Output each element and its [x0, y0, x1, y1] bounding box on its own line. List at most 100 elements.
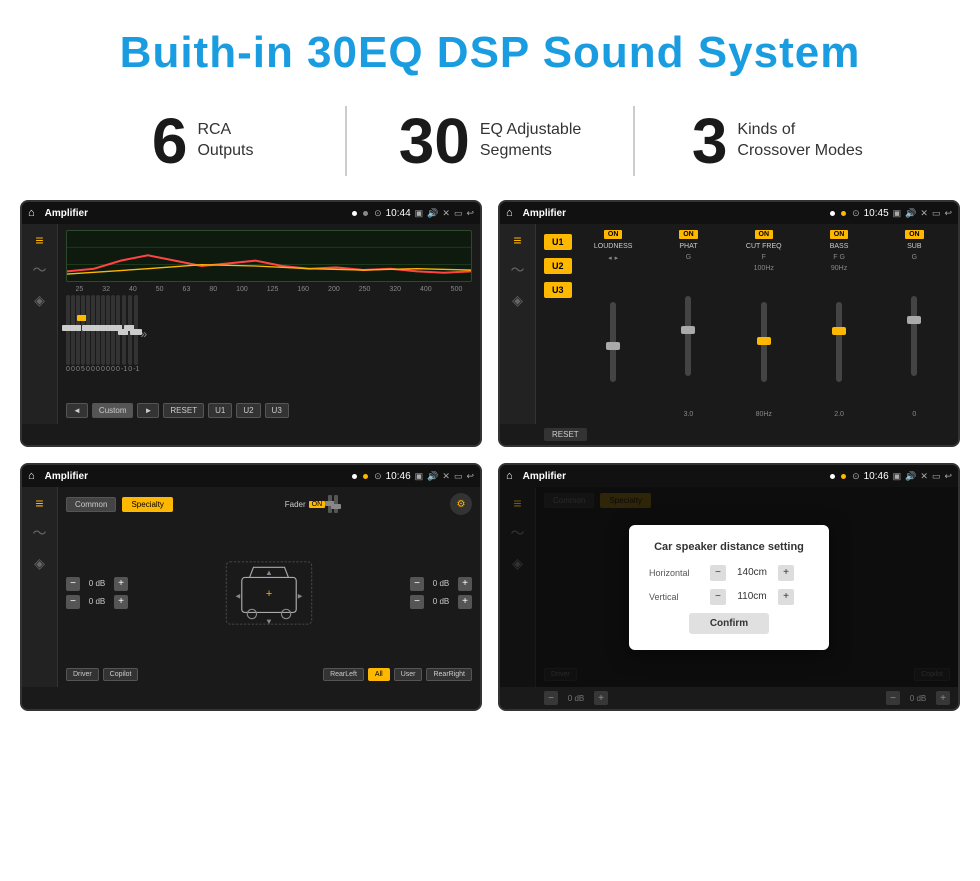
- plus-btn-1[interactable]: +: [114, 577, 128, 591]
- speaker-icon[interactable]: ◈: [34, 292, 45, 309]
- screen4-body: ≡ 〜 ◈ Common Specialty: [500, 487, 958, 687]
- confirm-button[interactable]: Confirm: [689, 613, 769, 634]
- phat-g-label: G: [686, 254, 691, 261]
- crossover-bottom: RESET: [500, 424, 958, 445]
- screens-grid: ⌂ Amplifier ⊙ 10:44 ▣ 🔊 ✕ ▭ ↩ ≡ 〜 ◈: [0, 200, 980, 731]
- home-icon-2[interactable]: ⌂: [506, 207, 513, 219]
- eq-u2-btn[interactable]: U2: [236, 403, 260, 418]
- eq-sliders-row: 0 0 0 5 0 0 0 0 0 0 0 -1 0: [66, 295, 472, 373]
- eq-graph-svg: [67, 231, 471, 282]
- horizontal-plus-btn[interactable]: +: [778, 565, 794, 581]
- rearright-btn[interactable]: RearRight: [426, 668, 472, 681]
- window-icon-2: ▭: [932, 208, 941, 219]
- eq-slider-9[interactable]: 0: [106, 295, 110, 373]
- plus-db-s4-2[interactable]: +: [936, 691, 950, 705]
- user-btn[interactable]: User: [394, 668, 423, 681]
- wave-icon[interactable]: 〜: [33, 260, 47, 280]
- eq-u3-btn[interactable]: U3: [265, 403, 289, 418]
- eq-slider-5[interactable]: 0: [86, 295, 90, 373]
- eq-icon-2[interactable]: ≡: [513, 232, 521, 248]
- eq-custom-btn[interactable]: Custom: [92, 403, 134, 418]
- speaker-icon-2[interactable]: ◈: [512, 292, 523, 309]
- minus-db-s4-2[interactable]: −: [886, 691, 900, 705]
- screen2-title: Amplifier: [523, 208, 824, 219]
- fader-slider-h2[interactable]: [334, 495, 338, 513]
- plus-db-s4-1[interactable]: +: [594, 691, 608, 705]
- driver-btn[interactable]: Driver: [66, 668, 99, 681]
- db-value-2: 0 dB: [83, 597, 111, 606]
- eq-reset-btn[interactable]: RESET: [163, 403, 204, 418]
- all-btn[interactable]: All: [368, 668, 390, 681]
- eq-slider-7[interactable]: 0: [96, 295, 100, 373]
- minus-btn-3[interactable]: −: [410, 577, 424, 591]
- eq-graph: [66, 230, 472, 282]
- status-icons-2: ⊙ 10:45 ▣ 🔊 ✕ ▭ ↩: [852, 208, 952, 219]
- crossover-reset-btn[interactable]: RESET: [544, 428, 587, 441]
- cutfreq-slider[interactable]: [761, 302, 767, 382]
- on-badge-sub: ON: [905, 230, 924, 239]
- home-icon-4[interactable]: ⌂: [506, 470, 513, 482]
- sub-g: G: [912, 254, 917, 261]
- eq-u1-btn[interactable]: U1: [208, 403, 232, 418]
- eq-slider-6[interactable]: 0: [91, 295, 95, 373]
- status-icons-3: ⊙ 10:46 ▣ 🔊 ✕ ▭ ↩: [374, 471, 474, 482]
- speaker-icon-3[interactable]: ◈: [34, 555, 45, 572]
- fader-db-row-4: − 0 dB +: [410, 595, 472, 609]
- screen-fader: ⌂ Amplifier ⊙ 10:46 ▣ 🔊 ✕ ▭ ↩ ≡ 〜 ◈: [20, 463, 482, 711]
- loudness-slider[interactable]: [610, 302, 616, 382]
- stats-row: 6 RCA Outputs 30 EQ Adjustable Segments …: [0, 96, 980, 200]
- eq-icon-3[interactable]: ≡: [35, 495, 43, 511]
- plus-btn-4[interactable]: +: [458, 595, 472, 609]
- sub-slider[interactable]: [911, 296, 917, 376]
- stat-crossover: 3 Kinds of Crossover Modes: [635, 109, 920, 173]
- camera-icon-4: ▣: [893, 471, 902, 482]
- eq-slider-14[interactable]: -1: [133, 295, 139, 373]
- screen-eq: ⌂ Amplifier ⊙ 10:44 ▣ 🔊 ✕ ▭ ↩ ≡ 〜 ◈: [20, 200, 482, 447]
- minus-btn-4[interactable]: −: [410, 595, 424, 609]
- on-badge-phat: ON: [679, 230, 698, 239]
- stat-label-rca: RCA Outputs: [197, 120, 253, 162]
- db-value-3: 0 dB: [427, 579, 455, 588]
- crossover-controls: ON LOUDNESS ◂▸ ON PHAT G: [578, 230, 950, 418]
- eq-slider-1[interactable]: 0: [66, 295, 70, 373]
- common-tab[interactable]: Common: [66, 497, 116, 512]
- loudness-label: LOUDNESS: [594, 243, 633, 250]
- home-icon-3[interactable]: ⌂: [28, 470, 35, 482]
- minus-btn-1[interactable]: −: [66, 577, 80, 591]
- plus-btn-3[interactable]: +: [458, 577, 472, 591]
- vertical-plus-btn[interactable]: +: [778, 589, 794, 605]
- dialog-vertical-row: Vertical − 110cm +: [649, 589, 809, 605]
- minus-btn-2[interactable]: −: [66, 595, 80, 609]
- u1-btn[interactable]: U1: [544, 234, 572, 250]
- eq-slider-10[interactable]: 0: [111, 295, 115, 373]
- eq-play-btn[interactable]: ►: [137, 403, 159, 418]
- eq-prev-btn[interactable]: ◄: [66, 403, 88, 418]
- eq-slider-8[interactable]: 0: [101, 295, 105, 373]
- wave-icon-3[interactable]: 〜: [33, 523, 47, 543]
- u2-btn[interactable]: U2: [544, 258, 572, 274]
- copilot-btn[interactable]: Copilot: [103, 668, 139, 681]
- specialty-tab[interactable]: Specialty: [122, 497, 172, 512]
- eq-icon[interactable]: ≡: [35, 232, 43, 248]
- eq-slider-2[interactable]: 0: [71, 295, 75, 373]
- status-dot2-s3: [363, 474, 368, 479]
- vertical-minus-btn[interactable]: −: [710, 589, 726, 605]
- rearleft-btn[interactable]: RearLeft: [323, 668, 364, 681]
- window-icon: ▭: [454, 208, 463, 219]
- horizontal-minus-btn[interactable]: −: [710, 565, 726, 581]
- bass-slider[interactable]: [836, 302, 842, 382]
- minus-db-s4-1[interactable]: −: [544, 691, 558, 705]
- eq-slider-4[interactable]: 5: [81, 295, 85, 373]
- settings-icon[interactable]: ⚙: [450, 493, 472, 515]
- eq-bottom-bar: ◄ Custom ► RESET U1 U2 U3: [66, 403, 472, 418]
- home-icon[interactable]: ⌂: [28, 207, 35, 219]
- status-dot2-s2: [841, 211, 846, 216]
- phat-slider[interactable]: [685, 296, 691, 376]
- u3-btn[interactable]: U3: [544, 282, 572, 298]
- wave-icon-2[interactable]: 〜: [511, 260, 525, 280]
- eq-slider-3[interactable]: 0: [76, 295, 80, 373]
- status-dot-s3: [352, 474, 357, 479]
- stat-number-3: 3: [692, 109, 728, 173]
- plus-btn-2[interactable]: +: [114, 595, 128, 609]
- eq-slider-12[interactable]: -1: [121, 295, 127, 373]
